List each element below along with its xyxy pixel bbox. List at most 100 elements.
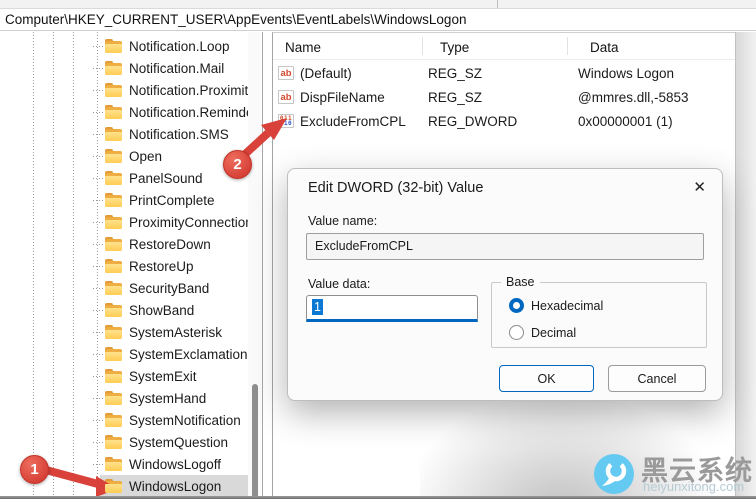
tree-item[interactable]: SystemNotification (0, 409, 248, 431)
folder-icon (105, 105, 122, 119)
value-data: Windows Logon (578, 66, 735, 81)
tree-item[interactable]: PrintComplete (0, 189, 248, 211)
list-header: Name Type Data (273, 35, 735, 60)
folder-icon (105, 281, 122, 295)
tree-item[interactable]: SystemQuestion (0, 431, 248, 453)
tree-item[interactable]: Notification.Proximity (0, 79, 248, 101)
address-bar[interactable]: Computer\HKEY_CURRENT_USER\AppEvents\Eve… (0, 9, 756, 31)
tree-item[interactable]: Open (0, 145, 248, 167)
value-row[interactable]: ab DispFileName REG_SZ @mmres.dll,-5853 (273, 85, 735, 109)
watermark-logo-icon (593, 453, 635, 495)
folder-icon (105, 435, 122, 449)
value-data: 0x00000001 (1) (578, 114, 735, 129)
tree-item[interactable]: SystemExit (0, 365, 248, 387)
value-data: @mmres.dll,-5853 (578, 90, 735, 105)
folder-icon (105, 149, 122, 163)
radio-hexadecimal-label: Hexadecimal (531, 299, 603, 313)
value-data-label: Value data: (308, 277, 370, 291)
tree-connector (93, 420, 104, 421)
radio-decimal[interactable]: Decimal (509, 325, 576, 340)
annotation-step-2: 2 (223, 150, 252, 179)
dword-value-icon: 011110 (278, 114, 294, 128)
tree-item[interactable]: PanelSound (0, 167, 248, 189)
dialog-title: Edit DWORD (32-bit) Value (308, 180, 483, 196)
ok-button[interactable]: OK (499, 365, 594, 392)
folder-icon (105, 259, 122, 273)
folder-icon (105, 39, 122, 53)
tree-item[interactable]: Notification.Reminder (0, 101, 248, 123)
tree-connector (93, 156, 104, 157)
folder-icon (105, 237, 122, 251)
base-group-label: Base (501, 275, 540, 289)
tree-item[interactable]: SystemExclamation (0, 343, 248, 365)
tree-connector (93, 46, 104, 47)
tree-item[interactable]: Notification.Loop (0, 35, 248, 57)
registry-tree-pane: Notification.Loop Notification.Mail Noti… (0, 32, 263, 496)
tree-connector (93, 178, 104, 179)
regedit-window: Computer\HKEY_CURRENT_USER\AppEvents\Eve… (0, 0, 756, 499)
tree-item[interactable]: Notification.SMS (0, 123, 248, 145)
value-name-field[interactable]: ExcludeFromCPL (306, 233, 704, 260)
tree-item[interactable]: SystemAsterisk (0, 321, 248, 343)
tree-item[interactable]: ProximityConnection (0, 211, 248, 233)
tree-items: Notification.Loop Notification.Mail Noti… (0, 35, 248, 496)
column-header-data[interactable]: Data (578, 40, 735, 55)
watermark-site-text: heiyunxitong.com (643, 479, 744, 494)
string-value-icon: ab (278, 66, 294, 80)
tree-connector (93, 464, 104, 465)
tree-connector (93, 134, 104, 135)
tree-connector (93, 354, 104, 355)
tree-item[interactable]: SystemHand (0, 387, 248, 409)
tree-connector (93, 244, 104, 245)
close-icon[interactable]: ✕ (693, 178, 706, 196)
annotation-step-1: 1 (20, 455, 49, 484)
tree-item[interactable]: RestoreDown (0, 233, 248, 255)
tree-connector (93, 398, 104, 399)
tree-item[interactable]: SecurityBand (0, 277, 248, 299)
tree-item[interactable]: ShowBand (0, 299, 248, 321)
folder-icon (105, 61, 122, 75)
folder-icon (105, 479, 122, 493)
radio-selected-icon[interactable] (509, 298, 524, 313)
value-name: DispFileName (300, 90, 385, 105)
tree-connector (93, 222, 104, 223)
edit-dword-dialog: Edit DWORD (32-bit) Value ✕ Value name: … (287, 168, 723, 401)
value-type: REG_SZ (428, 90, 578, 105)
tree-item[interactable]: RestoreUp (0, 255, 248, 277)
folder-icon (105, 303, 122, 317)
window-right-edge (735, 32, 756, 496)
tree-connector (93, 90, 104, 91)
value-data-input[interactable]: 1 (306, 295, 478, 322)
column-header-name[interactable]: Name (273, 40, 428, 55)
folder-icon (105, 127, 122, 141)
folder-icon (105, 171, 122, 185)
folder-icon (105, 325, 122, 339)
folder-icon (105, 413, 122, 427)
cancel-button[interactable]: Cancel (608, 365, 706, 392)
radio-unselected-icon[interactable] (509, 325, 524, 340)
tree-scrollbar-track[interactable] (248, 32, 261, 496)
value-type: REG_SZ (428, 66, 578, 81)
string-value-icon: ab (278, 90, 294, 104)
value-type: REG_DWORD (428, 114, 578, 129)
toolbar-sliver (0, 0, 756, 9)
tree-connector (93, 376, 104, 377)
column-header-type[interactable]: Type (428, 40, 578, 55)
folder-icon (105, 347, 122, 361)
value-row[interactable]: 011110 ExcludeFromCPL REG_DWORD 0x0000000… (273, 109, 735, 133)
watermark: 黑云系统 heiyunxitong.com (590, 449, 756, 499)
value-name: ExcludeFromCPL (300, 114, 406, 129)
folder-icon (105, 215, 122, 229)
tree-scrollbar-thumb[interactable] (252, 384, 258, 496)
toolbar-divider (497, 0, 498, 8)
value-row[interactable]: ab(Default) REG_SZ Windows Logon (273, 61, 735, 85)
folder-icon (105, 457, 122, 471)
tree-item[interactable]: Notification.Mail (0, 57, 248, 79)
tree-connector (93, 68, 104, 69)
column-separator[interactable] (422, 37, 423, 55)
radio-hexadecimal[interactable]: Hexadecimal (509, 298, 603, 313)
column-separator[interactable] (567, 37, 568, 55)
tree-connector (93, 200, 104, 201)
folder-icon (105, 391, 122, 405)
value-name-label: Value name: (308, 214, 377, 228)
